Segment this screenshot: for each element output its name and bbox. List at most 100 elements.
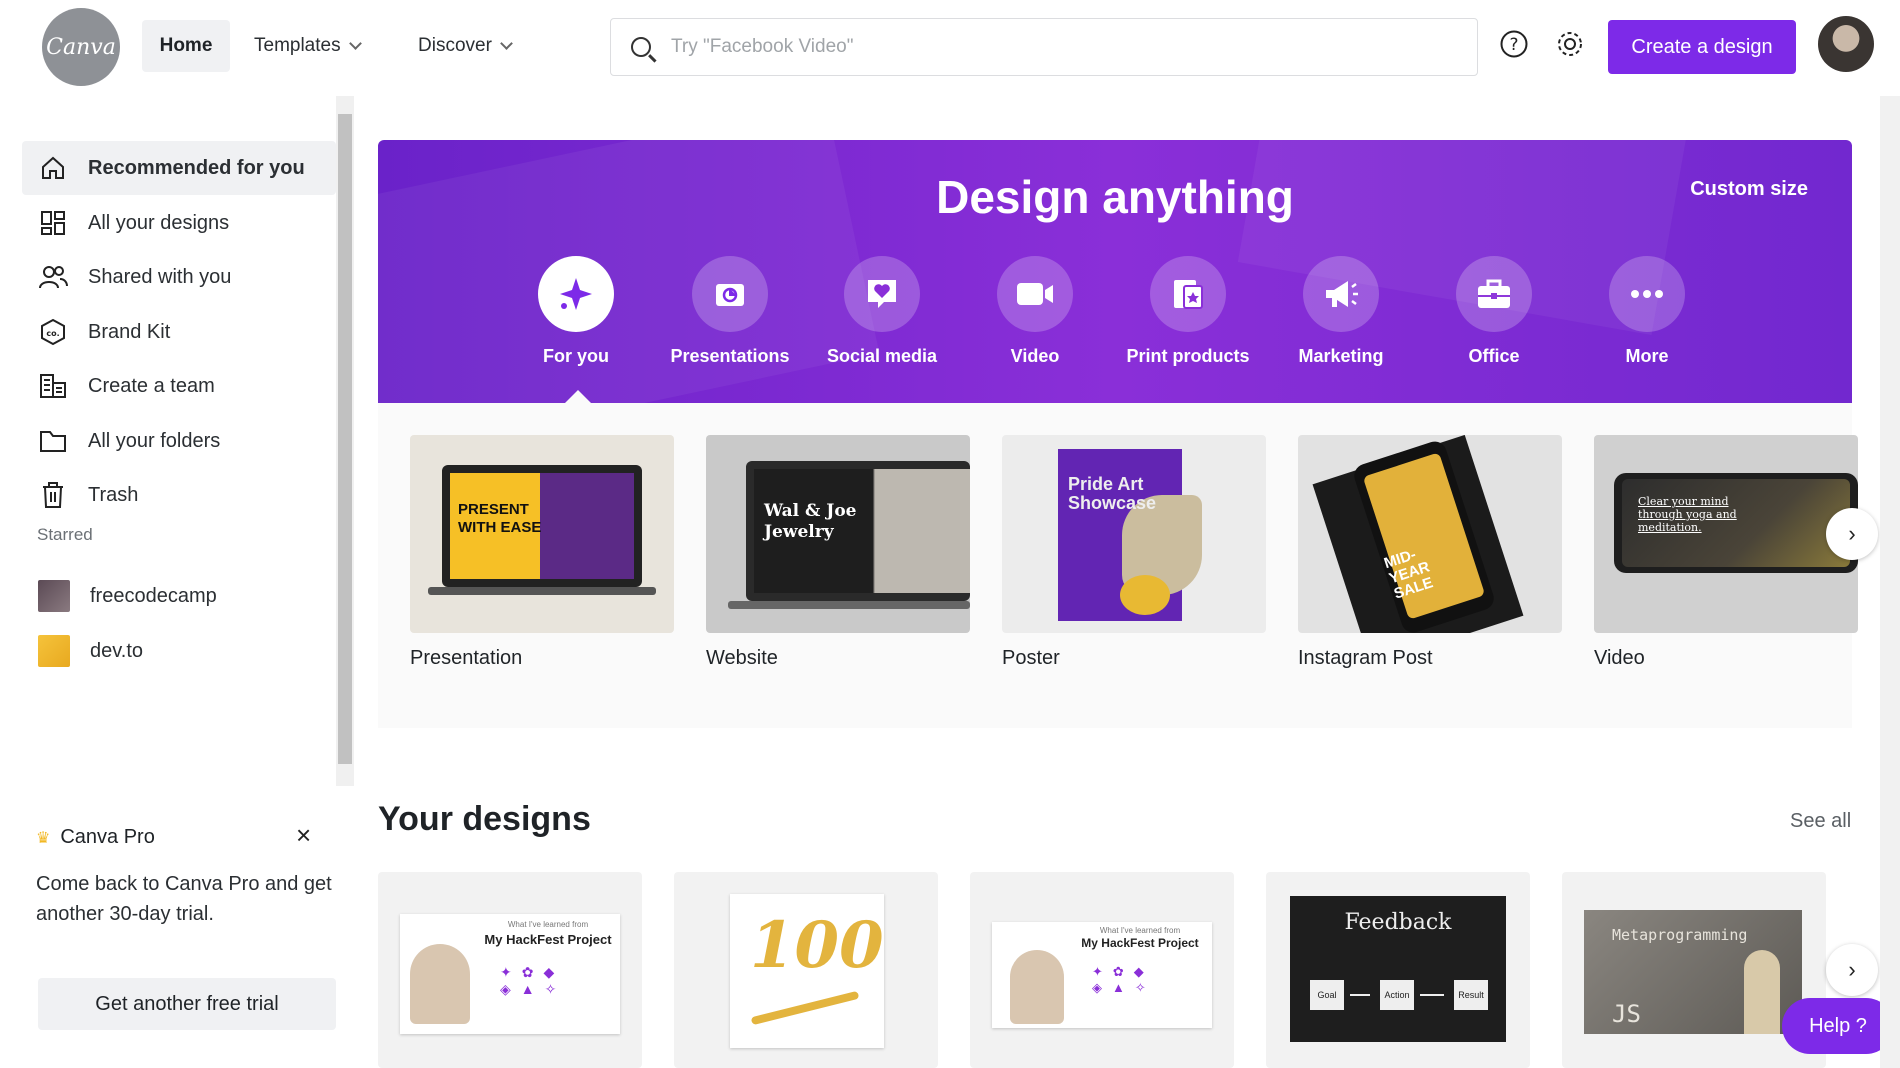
sidebar-scrollbar-thumb[interactable] <box>338 114 352 764</box>
close-icon[interactable]: × <box>296 820 311 851</box>
category-office[interactable]: Office <box>1419 256 1569 367</box>
sidebar: Recommended for you All your designs Sha… <box>0 96 354 786</box>
category-video[interactable]: Video <box>960 256 1110 367</box>
design-title: My HackFest Project <box>484 932 612 947</box>
sidebar-item-all-designs[interactable]: All your designs <box>22 196 336 250</box>
svg-text:?: ? <box>1509 35 1518 55</box>
nav-discover[interactable]: Discover <box>418 20 513 72</box>
free-trial-button[interactable]: Get another free trial <box>38 978 336 1030</box>
flow-goal: Goal <box>1310 980 1344 1010</box>
video-thumbnail: Clear your mind through yoga and meditat… <box>1594 435 1858 633</box>
sidebar-item-create-team[interactable]: Create a team <box>22 359 336 413</box>
design-card[interactable]: Feedback Goal Action Result <box>1266 872 1530 1068</box>
video-camera-icon <box>997 256 1073 332</box>
sidebar-scrollbar[interactable] <box>336 96 354 786</box>
building-icon <box>38 371 68 401</box>
help-button[interactable]: Help ? <box>1782 998 1894 1054</box>
website-thumbnail: Wal & Joe Jewelry <box>706 435 970 633</box>
designs-next-button[interactable]: › <box>1826 944 1878 996</box>
sparkle-icon <box>538 256 614 332</box>
design-thumbnail: 100 <box>730 894 884 1048</box>
category-for-you[interactable]: For you <box>501 256 651 367</box>
chevron-right-icon: › <box>1848 521 1856 546</box>
category-print-products[interactable]: Print products <box>1113 256 1263 367</box>
template-label: Instagram Post <box>1298 647 1433 669</box>
starred-item-devto[interactable]: dev.to <box>22 624 336 678</box>
trash-icon <box>38 480 68 510</box>
starred-item-label: dev.to <box>90 639 143 662</box>
template-card-video[interactable]: Clear your mind through yoga and meditat… <box>1594 435 1858 670</box>
help-icon[interactable]: ? <box>1498 28 1530 60</box>
devto-thumbnail <box>38 635 70 667</box>
gear-icon[interactable] <box>1554 28 1586 60</box>
freecodecamp-thumbnail <box>38 580 70 612</box>
sidebar-item-label: Trash <box>88 483 139 506</box>
briefcase-icon <box>1456 256 1532 332</box>
nav-templates[interactable]: Templates <box>254 20 362 72</box>
template-card-instagram-post[interactable]: MID-YEAR SALE Instagram Post <box>1298 435 1562 670</box>
chevron-down-icon <box>500 36 513 50</box>
sidebar-item-recommended[interactable]: Recommended for you <box>22 141 336 195</box>
create-design-button[interactable]: Create a design <box>1608 20 1796 74</box>
sidebar-item-label: All your folders <box>88 429 221 452</box>
category-more[interactable]: More <box>1572 256 1722 367</box>
category-label: Marketing <box>1298 346 1384 366</box>
sidebar-item-label: Create a team <box>88 374 215 397</box>
svg-text:co.: co. <box>46 329 59 338</box>
design-title: Metaprogramming <box>1612 926 1748 944</box>
category-label: Presentations <box>670 346 790 366</box>
search-bar[interactable] <box>610 18 1478 76</box>
canva-logo[interactable]: Canva <box>42 8 120 86</box>
sidebar-item-shared[interactable]: Shared with you <box>22 250 336 304</box>
category-label: Print products <box>1126 346 1250 366</box>
design-subtitle: What I've learned from <box>1099 926 1181 935</box>
nav-home[interactable]: Home <box>142 20 230 72</box>
design-thumbnail: What I've learned from My HackFest Proje… <box>400 914 620 1034</box>
instagram-post-thumbnail: MID-YEAR SALE <box>1298 435 1562 633</box>
brand-icon: co. <box>38 317 68 347</box>
top-bar: Canva Home Templates Discover ? Create a… <box>0 0 1900 94</box>
starred-item-freecodecamp[interactable]: freecodecamp <box>22 569 336 623</box>
design-card[interactable]: What I've learned from My HackFest Proje… <box>378 872 642 1068</box>
page-scrollbar[interactable] <box>1880 96 1900 1068</box>
design-thumbnail: What I've learned from My HackFest Proje… <box>992 922 1212 1028</box>
folder-icon <box>38 426 68 456</box>
design-anything-banner: Design anything Custom size For you Pres… <box>378 140 1852 403</box>
design-thumbnail: Feedback Goal Action Result <box>1290 896 1506 1042</box>
avatar[interactable] <box>1818 16 1874 72</box>
category-social-media[interactable]: Social media <box>807 256 957 367</box>
crown-icon: ♛ <box>36 829 51 847</box>
promo-title: ♛ Canva Pro <box>36 826 336 849</box>
template-carousel: PRESENT WITH EASE Presentation Wal & Joe… <box>378 403 1858 728</box>
nav-discover-label: Discover <box>418 35 492 56</box>
nav-templates-label: Templates <box>254 35 341 56</box>
design-card[interactable]: What I've learned from My HackFest Proje… <box>970 872 1234 1068</box>
sidebar-item-brand-kit[interactable]: co. Brand Kit <box>22 305 336 359</box>
design-title: Feedback <box>1344 910 1452 935</box>
template-label: Poster <box>1002 647 1060 669</box>
design-title: 100 <box>750 908 884 983</box>
sidebar-item-label: All your designs <box>88 211 230 234</box>
website-thumb-text: Wal & Joe Jewelry <box>764 501 857 542</box>
sidebar-item-folders[interactable]: All your folders <box>22 414 336 468</box>
template-card-presentation[interactable]: PRESENT WITH EASE Presentation <box>410 435 674 670</box>
more-dots-icon <box>1609 256 1685 332</box>
search-icon <box>631 37 651 57</box>
category-presentations[interactable]: Presentations <box>655 256 805 367</box>
template-card-website[interactable]: Wal & Joe Jewelry Website <box>706 435 970 670</box>
templates-next-button[interactable]: › <box>1826 508 1878 560</box>
template-label: Presentation <box>410 647 523 669</box>
design-card[interactable]: 100 <box>674 872 938 1068</box>
category-label: For you <box>543 346 609 366</box>
template-card-poster[interactable]: Pride Art Showcase Poster <box>1002 435 1266 670</box>
search-input[interactable] <box>671 36 1451 58</box>
starred-heading: Starred <box>37 525 93 544</box>
see-all-link[interactable]: See all <box>1790 810 1851 833</box>
canva-pro-promo: ♛ Canva Pro × Come back to Canva Pro and… <box>36 820 336 1030</box>
sidebar-item-trash[interactable]: Trash <box>22 468 336 522</box>
custom-size-link[interactable]: Custom size <box>1690 178 1808 201</box>
video-thumb-text: Clear your mind through yoga and meditat… <box>1638 495 1737 534</box>
category-marketing[interactable]: Marketing <box>1266 256 1416 367</box>
design-thumbnail: Metaprogramming JS <box>1584 910 1802 1034</box>
design-subtitle: What I've learned from <box>507 920 589 929</box>
